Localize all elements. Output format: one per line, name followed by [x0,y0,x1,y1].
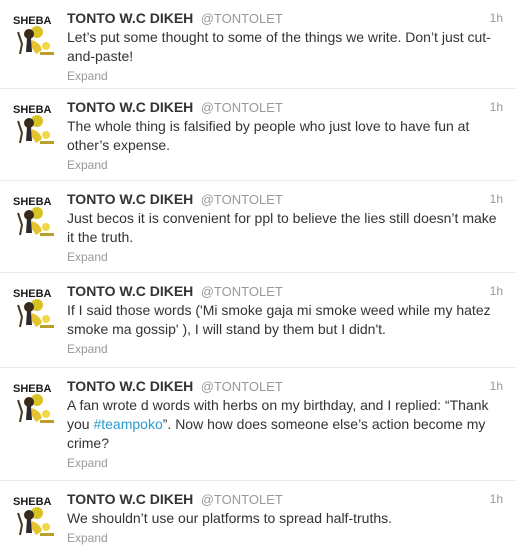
avatar-logo-text: SHEBA [13,383,52,395]
tweet-text: We shouldn’t use our platforms to spread… [67,510,393,526]
avatar-logo-text: SHEBA [13,15,52,27]
avatar[interactable]: SHEBA [10,378,58,426]
author-handle[interactable]: @TONTOLET [201,11,283,26]
tweet-text: The whole thing is falsified by people w… [67,118,470,153]
tweet[interactable]: SHEBA TONTO W.C DIKEH @TONTOLET 1h We sh… [0,481,515,553]
avatar-logo-text: SHEBA [13,104,52,116]
expand-link[interactable]: Expand [67,158,503,173]
avatar[interactable]: SHEBA [10,10,58,58]
tweet-text: If I said those words ('Mi smoke gaja mi… [67,302,491,337]
expand-link[interactable]: Expand [67,69,503,84]
expand-link[interactable]: Expand [67,456,503,471]
expand-link[interactable]: Expand [67,342,503,357]
expand-link[interactable]: Expand [67,531,503,546]
tweet-text: A fan wrote d words with herbs on my bir… [67,397,489,451]
author-handle[interactable]: @TONTOLET [201,284,283,299]
author-handle[interactable]: @TONTOLET [201,492,283,507]
author-handle[interactable]: @TONTOLET [201,100,283,115]
timestamp[interactable]: 1h [490,190,503,208]
timestamp[interactable]: 1h [490,282,503,300]
timestamp[interactable]: 1h [490,9,503,27]
timestamp[interactable]: 1h [490,377,503,395]
author-name[interactable]: TONTO W.C DIKEH [67,191,193,207]
hashtag-link[interactable]: #teampoko [93,416,162,432]
timestamp[interactable]: 1h [490,490,503,508]
avatar[interactable]: SHEBA [10,283,58,331]
expand-link[interactable]: Expand [67,250,503,265]
avatar[interactable]: SHEBA [10,191,58,239]
author-handle[interactable]: @TONTOLET [201,192,283,207]
tweet[interactable]: SHEBA TONTO W.C DIKEH @TONTOLET 1h Let’s… [0,0,515,89]
avatar-logo-text: SHEBA [13,496,52,508]
author-name[interactable]: TONTO W.C DIKEH [67,378,193,394]
avatar[interactable]: SHEBA [10,491,58,539]
tweet[interactable]: SHEBA TONTO W.C DIKEH @TONTOLET 1h A fan… [0,368,515,481]
tweet[interactable]: SHEBA TONTO W.C DIKEH @TONTOLET 1h If I … [0,273,515,368]
author-name[interactable]: TONTO W.C DIKEH [67,99,193,115]
tweet-text: Just becos it is convenient for ppl to b… [67,210,497,245]
tweet-feed: SHEBA TONTO W.C DIKEH @TONTOLET 1h Let’s… [0,0,515,553]
author-name[interactable]: TONTO W.C DIKEH [67,491,193,507]
avatar-logo-text: SHEBA [13,196,52,208]
author-handle[interactable]: @TONTOLET [201,379,283,394]
author-name[interactable]: TONTO W.C DIKEH [67,10,193,26]
tweet[interactable]: SHEBA TONTO W.C DIKEH @TONTOLET 1h Just … [0,181,515,273]
tweet[interactable]: SHEBA TONTO W.C DIKEH @TONTOLET 1h The w… [0,89,515,181]
author-name[interactable]: TONTO W.C DIKEH [67,283,193,299]
timestamp[interactable]: 1h [490,98,503,116]
avatar[interactable]: SHEBA [10,99,58,147]
avatar-logo-text: SHEBA [13,288,52,300]
tweet-text: Let’s put some thought to some of the th… [67,29,491,64]
